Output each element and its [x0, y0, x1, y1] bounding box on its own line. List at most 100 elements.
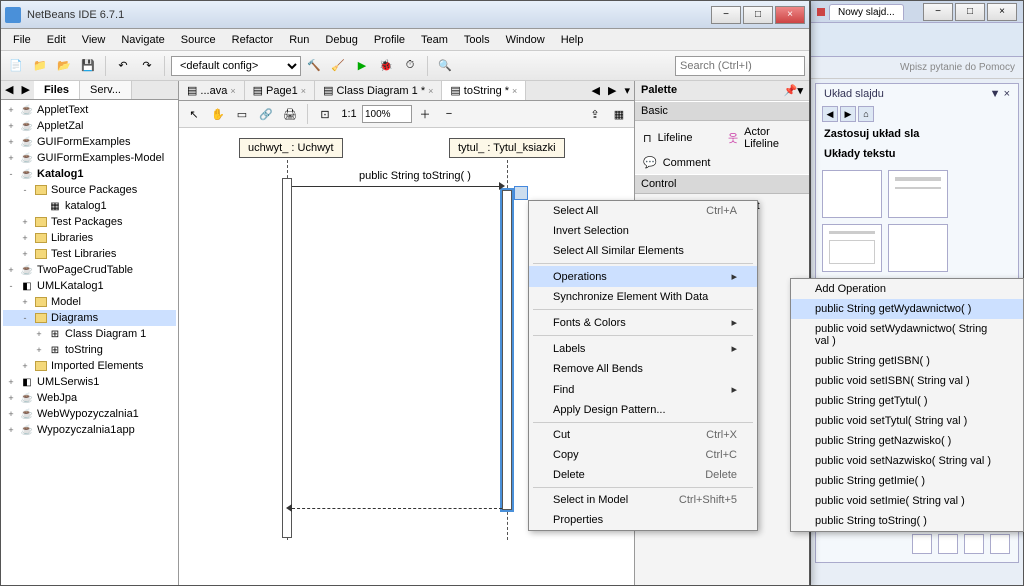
submenu-item[interactable]: public String toString( )	[791, 511, 1023, 531]
overview-icon[interactable]: ▦	[608, 103, 630, 125]
menu-navigate[interactable]: Navigate	[113, 31, 172, 49]
export-icon[interactable]: ⇪	[584, 103, 606, 125]
menu-team[interactable]: Team	[413, 31, 456, 49]
clean-build-icon[interactable]: 🧹	[327, 55, 349, 77]
bg-fwd-icon[interactable]: ▶	[840, 106, 856, 122]
menu-item[interactable]: Labels▸	[529, 338, 757, 359]
tab-close-icon[interactable]: ×	[230, 86, 235, 96]
menu-refactor[interactable]: Refactor	[224, 31, 282, 49]
profile-icon[interactable]: ⏱	[399, 55, 421, 77]
palette-actor[interactable]: 웃Actor Lifeline	[722, 123, 807, 153]
tree-item[interactable]: +Libraries	[3, 230, 176, 246]
menu-item[interactable]: Operations▸	[529, 266, 757, 287]
tab-close-icon[interactable]: ×	[512, 86, 517, 96]
resize-handle[interactable]	[514, 186, 528, 200]
undo-icon[interactable]: ↶	[112, 55, 134, 77]
tab-services[interactable]: Serv...	[80, 81, 132, 99]
bg-restore[interactable]: □	[955, 3, 985, 21]
menu-item[interactable]: Invert Selection	[529, 221, 757, 241]
titlebar[interactable]: NetBeans IDE 6.7.1 − □ ×	[1, 1, 809, 29]
tree-item[interactable]: +☕WebJpa	[3, 390, 176, 406]
palette-pin-icon[interactable]: 📌	[784, 84, 798, 97]
tab-files[interactable]: Files	[34, 81, 80, 99]
editor-tab[interactable]: ▤Page1×	[245, 81, 315, 100]
submenu-item[interactable]: public void setImie( String val )	[791, 491, 1023, 511]
build-icon[interactable]: 🔨	[303, 55, 325, 77]
print-icon[interactable]: 🖨	[279, 103, 301, 125]
menu-source[interactable]: Source	[173, 31, 224, 49]
bg-help-prompt[interactable]: Wpisz pytanie do Pomocy	[811, 57, 1023, 79]
bg-icon[interactable]	[912, 534, 932, 554]
menu-run[interactable]: Run	[281, 31, 317, 49]
tree-item[interactable]: ▦katalog1	[3, 198, 176, 214]
redo-icon[interactable]: ↷	[136, 55, 158, 77]
tree-item[interactable]: +☕TwoPageCrudTable	[3, 262, 176, 278]
tree-item[interactable]: +⊞toString	[3, 342, 176, 358]
bg-back-icon[interactable]: ◀	[822, 106, 838, 122]
submenu-item[interactable]: public String getISBN( )	[791, 351, 1023, 371]
editor-tab[interactable]: ▤...ava×	[179, 81, 245, 100]
menu-item[interactable]: Select All Similar Elements	[529, 241, 757, 261]
menu-item[interactable]: DeleteDelete	[529, 465, 757, 485]
new-project-icon[interactable]: 📁	[29, 55, 51, 77]
menu-profile[interactable]: Profile	[366, 31, 413, 49]
maximize-button[interactable]: □	[743, 6, 773, 24]
tree-item[interactable]: +Model	[3, 294, 176, 310]
zoom-in-icon[interactable]: ＋	[414, 103, 436, 125]
bg-close[interactable]: ×	[987, 3, 1017, 21]
tree-item[interactable]: +Test Packages	[3, 214, 176, 230]
tree-item[interactable]: +Imported Elements	[3, 358, 176, 374]
fit-icon[interactable]: ⊡	[314, 103, 336, 125]
submenu-item[interactable]: public void setWydawnictwo( String val )	[791, 319, 1023, 351]
open-icon[interactable]: 📂	[53, 55, 75, 77]
menu-item[interactable]: Fonts & Colors▸	[529, 312, 757, 333]
layout-thumb[interactable]	[888, 224, 948, 272]
submenu-item[interactable]: public String getTytul( )	[791, 391, 1023, 411]
submenu-item[interactable]: public void setISBN( String val )	[791, 371, 1023, 391]
message-label[interactable]: public String toString( )	[359, 170, 471, 182]
tree-item[interactable]: +Test Libraries	[3, 246, 176, 262]
menu-item[interactable]: Select in ModelCtrl+Shift+5	[529, 490, 757, 510]
zoom-out-icon[interactable]: −	[438, 103, 460, 125]
menu-tools[interactable]: Tools	[456, 31, 498, 49]
pan-icon[interactable]: ✋	[207, 103, 229, 125]
tree-item[interactable]: -Diagrams	[3, 310, 176, 326]
search-icon[interactable]: 🔍	[434, 55, 456, 77]
bg-tab-newslide[interactable]: Nowy slajd...	[829, 4, 904, 20]
menu-item[interactable]: Properties	[529, 510, 757, 530]
tree-item[interactable]: +⊞Class Diagram 1	[3, 326, 176, 342]
lifeline-uchwyt[interactable]: uchwyt_ : Uchwyt	[239, 138, 343, 158]
link-icon[interactable]: 🔗	[255, 103, 277, 125]
tab-list-icon[interactable]: ▾	[620, 82, 634, 99]
bg-icon[interactable]	[990, 534, 1010, 554]
menu-item[interactable]: CutCtrl+X	[529, 425, 757, 445]
tab-scroll-right-icon[interactable]: ▶	[604, 82, 620, 99]
tree-item[interactable]: -Source Packages	[3, 182, 176, 198]
menu-edit[interactable]: Edit	[39, 31, 74, 49]
menu-view[interactable]: View	[74, 31, 114, 49]
config-combo[interactable]: <default config>	[171, 56, 301, 76]
lifeline-tytul[interactable]: tytul_ : Tytul_ksiazki	[449, 138, 565, 158]
tree-item[interactable]: -◧UMLKatalog1	[3, 278, 176, 294]
minimize-button[interactable]: −	[711, 6, 741, 24]
palette-section-basic[interactable]: Basic	[635, 101, 809, 121]
submenu-item[interactable]: Add Operation	[791, 279, 1023, 299]
editor-tab[interactable]: ▤toString *×	[442, 81, 526, 100]
tree-item[interactable]: +☕GUIFormExamples-Model	[3, 150, 176, 166]
palette-section-control[interactable]: Control	[635, 174, 809, 194]
menu-item[interactable]: Select AllCtrl+A	[529, 201, 757, 221]
activation-bar-selected[interactable]	[502, 190, 512, 510]
bg-home-icon[interactable]: ⌂	[858, 106, 874, 122]
project-tree[interactable]: +☕AppletText+☕AppletZal+☕GUIFormExamples…	[1, 100, 178, 585]
submenu-item[interactable]: public void setNazwisko( String val )	[791, 451, 1023, 471]
submenu-item[interactable]: public String getWydawnictwo( )	[791, 299, 1023, 319]
pointer-icon[interactable]: ↖	[183, 103, 205, 125]
menu-file[interactable]: File	[5, 31, 39, 49]
menu-item[interactable]: Apply Design Pattern...	[529, 400, 757, 420]
submenu-item[interactable]: public String getImie( )	[791, 471, 1023, 491]
save-all-icon[interactable]: 💾	[77, 55, 99, 77]
bg-minimize[interactable]: −	[923, 3, 953, 21]
tab-close-icon[interactable]: ×	[428, 86, 433, 96]
tab-close-icon[interactable]: ×	[301, 86, 306, 96]
operations-submenu[interactable]: Add Operationpublic String getWydawnictw…	[790, 278, 1024, 532]
